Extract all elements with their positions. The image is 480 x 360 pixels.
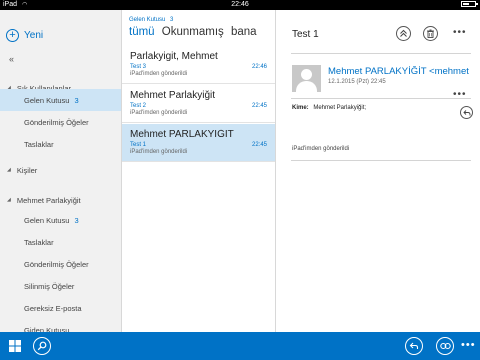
folder-pane: + Yeni « ◢ Sık Kullanılanlar Gelen Kutus… [0, 10, 122, 335]
link-icon [439, 342, 451, 350]
expand-conversation-button[interactable] [396, 26, 411, 41]
message-subject-title: Test 1 [292, 29, 319, 40]
message-subject: Test 2 [130, 103, 147, 109]
collapse-pane-button[interactable]: « [9, 54, 14, 64]
delete-button[interactable] [423, 26, 438, 41]
search-button[interactable] [33, 337, 51, 355]
app-bar-more-icon[interactable]: ••• [461, 340, 476, 351]
message-item-selected[interactable]: Mehmet PARLAKYİĞİT Test 1 22:45 iPad'imd… [122, 124, 275, 162]
message-preview: iPad'imden gönderildi [130, 149, 188, 155]
folder-label: Taslaklar [24, 237, 54, 247]
expand-triangle-icon: ◢ [7, 167, 11, 173]
unread-count: 3 [74, 215, 79, 225]
sender-divider [291, 98, 471, 99]
expand-triangle-icon: ◢ [7, 197, 11, 203]
folder-label: Gelen Kutusu [24, 215, 70, 225]
search-icon [37, 341, 47, 351]
new-mail-label: Yeni [24, 29, 44, 41]
unread-count: 3 [74, 95, 79, 105]
favorites-drafts[interactable]: Taslaklar [0, 133, 121, 155]
filter-bar: tümü Okunmamış bana [129, 26, 261, 38]
account-sent-items[interactable]: Gönderilmiş Öğeler [0, 253, 121, 275]
folder-label: Gereksiz E-posta [24, 303, 82, 313]
message-item[interactable]: Mehmet Parlakyiğit Test 2 22:45 iPad'imd… [122, 85, 275, 123]
account-deleted-items[interactable]: Silinmiş Öğeler [0, 275, 121, 297]
current-folder-title: Gelen Kutusu 3 [129, 17, 173, 23]
trash-icon [427, 29, 434, 38]
account-junk-email[interactable]: Gereksiz E-posta [0, 297, 121, 319]
folder-unread-count: 3 [170, 17, 174, 23]
reading-pane: Test 1 ••• Mehmet PARLAKYİĞİT <mehmet 12… [277, 10, 480, 332]
status-bar: iPad ◠ 22:46 [0, 0, 480, 10]
body-divider [291, 160, 471, 161]
message-sender: Mehmet Parlakyiğit [130, 90, 216, 101]
sender-avatar-icon [292, 65, 321, 92]
message-meta: Test 1 22:45 [130, 142, 267, 148]
message-preview: iPad'imden gönderildi [130, 110, 188, 116]
message-subject: Test 1 [130, 142, 147, 148]
favorites-sent-items[interactable]: Gönderilmiş Öğeler [0, 111, 121, 133]
message-time: 22:45 [251, 103, 267, 109]
filter-unread[interactable]: Okunmamış [162, 26, 224, 38]
header-divider [291, 53, 471, 54]
folder-name: Gelen Kutusu [129, 17, 166, 23]
grid-icon [9, 340, 21, 352]
message-time: 22:46 [251, 64, 267, 70]
message-item[interactable]: Parlakyigit, Mehmet Test 3 22:46 iPad'im… [122, 46, 275, 84]
group-label: Kişiler [16, 165, 38, 175]
filter-all[interactable]: tümü [129, 26, 155, 38]
message-meta: Test 3 22:46 [130, 64, 267, 70]
account-inbox[interactable]: Gelen Kutusu 3 [0, 209, 121, 231]
sent-date: 12.1.2015 (Pzt) 22:45 [328, 79, 386, 85]
message-more-options-icon[interactable]: ••• [453, 90, 467, 100]
plus-icon: + [6, 28, 19, 42]
message-time: 22:45 [251, 142, 267, 148]
link-button[interactable] [436, 337, 454, 355]
double-chevron-up-icon [400, 29, 407, 37]
favorites-inbox[interactable]: Gelen Kutusu 3 [0, 89, 121, 111]
reply-all-button[interactable] [405, 337, 423, 355]
message-body: iPad'imden gönderildi [292, 146, 350, 152]
folder-label: Taslaklar [24, 139, 54, 149]
message-meta: Test 2 22:45 [130, 103, 267, 109]
filter-to-me[interactable]: bana [231, 26, 257, 38]
app-switcher-button[interactable] [6, 337, 24, 355]
to-label: Kime: [292, 105, 309, 111]
folder-label: Silinmiş Öğeler [24, 281, 75, 291]
message-list-pane: Gelen Kutusu 3 tümü Okunmamış bana Parla… [122, 10, 276, 332]
sender-name[interactable]: Mehmet PARLAKYİĞİT <mehmet [328, 66, 478, 77]
status-time: 22:46 [231, 1, 249, 8]
reply-icon [462, 109, 470, 115]
message-preview: iPad'imden gönderildi [130, 71, 188, 77]
battery-icon [459, 0, 478, 10]
message-subject: Test 3 [130, 64, 147, 70]
message-sender: Parlakyigit, Mehmet [130, 51, 218, 62]
people-group-header[interactable]: ◢ Kişiler [0, 161, 121, 179]
reply-button[interactable] [460, 106, 473, 119]
app-bar: ••• [0, 332, 480, 360]
to-value: Mehmet Parlakyiğit; [313, 105, 367, 111]
folder-label: Gönderilmiş Öğeler [24, 117, 89, 127]
more-options-icon[interactable]: ••• [453, 28, 467, 38]
reply-icon [409, 342, 419, 349]
account-drafts[interactable]: Taslaklar [0, 231, 121, 253]
recipients-line: Kime: Mehmet Parlakyiğit; [292, 105, 366, 111]
account-group-header[interactable]: ◢ Mehmet Parlakyiğit [0, 191, 121, 209]
group-label: Mehmet Parlakyiğit [16, 195, 81, 205]
new-mail-button[interactable]: + Yeni [6, 27, 43, 43]
folder-label: Gelen Kutusu [24, 95, 70, 105]
folder-label: Gönderilmiş Öğeler [24, 259, 89, 269]
message-sender: Mehmet PARLAKYİĞİT [130, 129, 234, 140]
